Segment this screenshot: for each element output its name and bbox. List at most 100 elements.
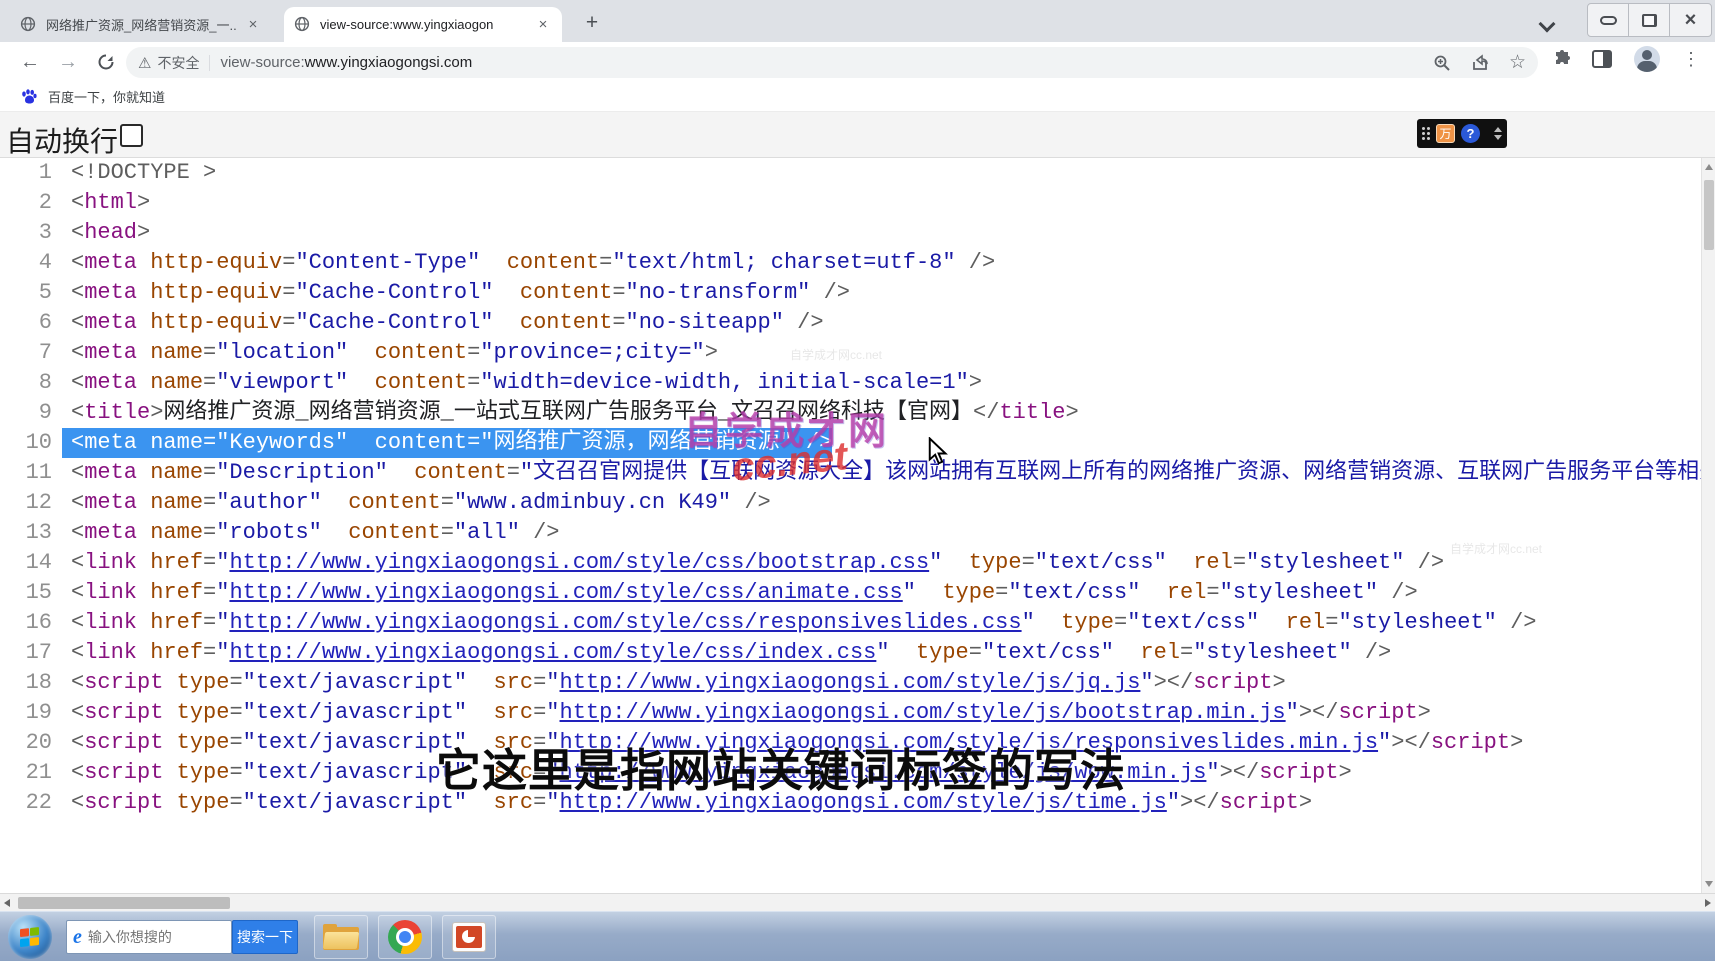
- tab-title: 网络推广资源_网络营销资源_一...: [46, 15, 236, 34]
- horizontal-scrollbar[interactable]: [0, 893, 1715, 911]
- scroll-right-icon[interactable]: [1705, 899, 1711, 907]
- line-content: <meta http-equiv="Content-Type" content=…: [62, 248, 995, 278]
- explorer-taskbar-button[interactable]: [314, 915, 368, 959]
- line-content: <meta http-equiv="Cache-Control" content…: [62, 308, 824, 338]
- source-line-3: 3<head>: [0, 218, 1701, 248]
- scroll-left-icon[interactable]: [4, 899, 10, 907]
- forward-button[interactable]: →: [52, 46, 84, 78]
- help-tool-icon[interactable]: ?: [1461, 124, 1480, 143]
- line-content: <script type="text/javascript" src="http…: [62, 668, 1286, 698]
- line-number: 22: [0, 788, 62, 818]
- line-number: 9: [0, 398, 62, 428]
- tab-close-icon[interactable]: ×: [244, 16, 262, 33]
- word-wrap-checkbox[interactable]: [120, 124, 143, 147]
- source-line-15: 15<link href="http://www.yingxiaogongsi.…: [0, 578, 1701, 608]
- line-content: <script type="text/javascript" src="http…: [62, 698, 1431, 728]
- url-host: www.yingxiaogongsi.com: [305, 54, 473, 71]
- globe-favicon: [20, 16, 38, 34]
- bookmark-star-icon[interactable]: ☆: [1509, 53, 1526, 72]
- scroll-up-icon[interactable]: [1705, 164, 1713, 170]
- line-number: 4: [0, 248, 62, 278]
- url-scheme: view-source:: [220, 54, 304, 71]
- source-link[interactable]: http://www.yingxiaogongsi.com/style/css/…: [229, 550, 929, 575]
- source-line-5: 5<meta http-equiv="Cache-Control" conten…: [0, 278, 1701, 308]
- source-line-16: 16<link href="http://www.yingxiaogongsi.…: [0, 608, 1701, 638]
- line-content: <meta http-equiv="Cache-Control" content…: [62, 278, 850, 308]
- arrow-down-icon[interactable]: [1494, 135, 1502, 140]
- line-number: 2: [0, 188, 62, 218]
- scroll-down-icon[interactable]: [1705, 881, 1713, 887]
- ie-icon: e: [73, 926, 82, 949]
- vertical-scroll-thumb[interactable]: [1704, 180, 1714, 250]
- browser-toolbar: ← → ⚠ 不安全 view-source:www.yingxiaogongsi…: [0, 42, 1715, 82]
- restore-button[interactable]: [1629, 4, 1670, 36]
- source-link[interactable]: http://www.yingxiaogongsi.com/style/css/…: [229, 610, 1021, 635]
- source-line-18: 18<script type="text/javascript" src="ht…: [0, 668, 1701, 698]
- source-link[interactable]: http://www.yingxiaogongsi.com/style/css/…: [229, 640, 876, 665]
- line-number: 8: [0, 368, 62, 398]
- close-button[interactable]: ×: [1670, 4, 1711, 36]
- taskbar-search-input[interactable]: [88, 929, 198, 945]
- side-panel-icon[interactable]: [1592, 50, 1612, 68]
- toolbar-right: ⋮: [1552, 46, 1700, 72]
- browser-tab-1[interactable]: 网络推广资源_网络营销资源_一... ×: [10, 7, 272, 42]
- line-content: <title>网络推广资源_网络营销资源_一站式互联网广告服务平台_文召召网络科…: [62, 398, 1079, 428]
- mouse-cursor: [925, 437, 951, 467]
- taskbar: e 搜索一下 52 12:31 周二 2023/10/3: [0, 911, 1715, 961]
- chrome-icon: [388, 920, 422, 954]
- source-link[interactable]: http://www.yingxiaogongsi.com/style/css/…: [229, 580, 902, 605]
- zoom-icon[interactable]: [1433, 54, 1451, 72]
- arrow-up-icon[interactable]: [1494, 127, 1502, 132]
- bookmark-item-baidu[interactable]: 百度一下，你就知道: [48, 87, 165, 106]
- close-icon: ×: [1685, 10, 1697, 30]
- search-go-button[interactable]: 搜索一下: [232, 920, 298, 954]
- source-line-8: 8<meta name="viewport" content="width=de…: [0, 368, 1701, 398]
- address-bar[interactable]: ⚠ 不安全 view-source:www.yingxiaogongsi.com…: [126, 47, 1538, 78]
- taskbar-search-box[interactable]: e: [66, 920, 232, 954]
- new-tab-button[interactable]: +: [578, 10, 606, 38]
- minimize-button[interactable]: [1588, 4, 1629, 36]
- powerpoint-taskbar-button[interactable]: [442, 915, 496, 959]
- source-link[interactable]: http://www.yingxiaogongsi.com/style/js/j…: [560, 670, 1141, 695]
- line-number: 11: [0, 458, 62, 488]
- url-text: view-source:www.yingxiaogongsi.com: [220, 54, 472, 71]
- reload-button[interactable]: [90, 46, 122, 78]
- annotation-toolbar[interactable]: 万 ?: [1417, 119, 1507, 148]
- drag-handle-icon[interactable]: [1422, 127, 1430, 140]
- line-number: 10: [0, 428, 62, 458]
- line-number: 3: [0, 218, 62, 248]
- start-button[interactable]: [8, 915, 52, 959]
- browser-tab-2[interactable]: view-source:www.yingxiaogon ×: [284, 7, 562, 42]
- chip-divider: [209, 55, 210, 71]
- back-button[interactable]: ←: [14, 46, 46, 78]
- line-content: <link href="http://www.yingxiaogongsi.co…: [62, 638, 1391, 668]
- tool-arrows[interactable]: [1494, 127, 1502, 140]
- line-content: <head>: [62, 218, 150, 248]
- minimize-icon: [1600, 16, 1617, 25]
- windows-logo-icon: [20, 927, 40, 947]
- profile-avatar[interactable]: [1634, 46, 1660, 72]
- chrome-taskbar-button[interactable]: [378, 915, 432, 959]
- vertical-scrollbar[interactable]: [1701, 158, 1715, 893]
- line-number: 19: [0, 698, 62, 728]
- video-subtitle: 它这里是指网站关键词标签的写法: [436, 734, 1126, 799]
- wan-tool-icon[interactable]: 万: [1436, 124, 1455, 143]
- horizontal-scroll-thumb[interactable]: [18, 897, 230, 909]
- line-number: 5: [0, 278, 62, 308]
- extensions-puzzle-icon[interactable]: [1552, 50, 1570, 68]
- share-icon[interactable]: [1471, 54, 1489, 72]
- faint-watermark: 自学成才网cc.net: [790, 346, 882, 363]
- tab-close-icon[interactable]: ×: [534, 16, 552, 33]
- line-content: <link href="http://www.yingxiaogongsi.co…: [62, 578, 1418, 608]
- line-content: <meta name="Description" content="文召召官网提…: [62, 458, 1701, 488]
- tab-search-chevron-icon[interactable]: [1540, 16, 1554, 30]
- line-number: 15: [0, 578, 62, 608]
- line-number: 20: [0, 728, 62, 758]
- line-number: 12: [0, 488, 62, 518]
- line-content: <meta name="author" content="www.adminbu…: [62, 488, 771, 518]
- source-line-14: 14<link href="http://www.yingxiaogongsi.…: [0, 548, 1701, 578]
- bookmarks-bar: 百度一下，你就知道: [0, 82, 1715, 112]
- menu-kebab-icon[interactable]: ⋮: [1682, 49, 1700, 70]
- source-line-12: 12<meta name="author" content="www.admin…: [0, 488, 1701, 518]
- source-link[interactable]: http://www.yingxiaogongsi.com/style/js/b…: [560, 700, 1286, 725]
